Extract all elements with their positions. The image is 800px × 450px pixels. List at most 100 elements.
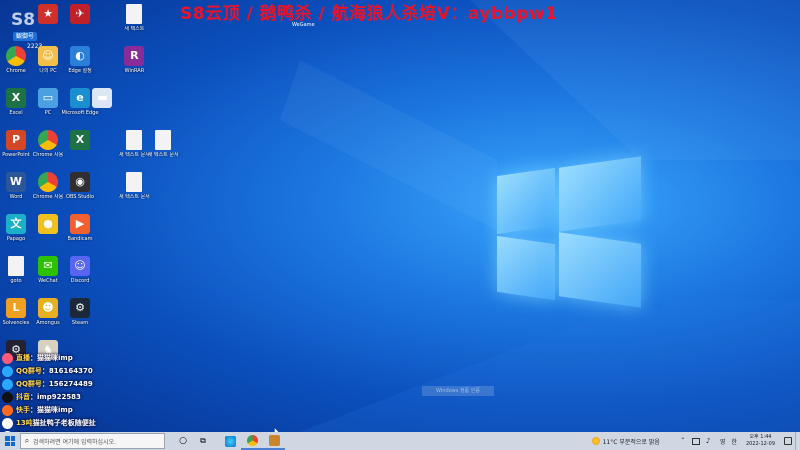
app-icon: ☺ [70, 256, 90, 276]
chrome-icon [38, 172, 58, 192]
search-placeholder: 검색하려면 여기에 입력하십시오. [33, 438, 117, 446]
app-icon: ⚙ [70, 298, 90, 318]
desktop-icon[interactable]: ◐ Edge 설정 [60, 46, 100, 88]
app-icon: ● [38, 214, 58, 234]
contact-line: QQ群号：816164370 [2, 365, 182, 378]
show-desktop-button[interactable] [795, 432, 800, 450]
windows-start-icon [5, 436, 15, 446]
contact-label: 直播 [16, 354, 30, 362]
app-icon: ★ [38, 4, 58, 24]
task-view-button[interactable]: ○ [173, 432, 193, 450]
system-tray: 11°C 부분적으로 맑음 ⌃ ♪ 영 한 오후 1:44 2022-12-09 [589, 432, 800, 450]
app-icon: ☺ [38, 46, 58, 66]
contact-line: QQ群号：156274489 [2, 378, 182, 391]
app-icon: ▶ [70, 214, 90, 234]
desktop-icon[interactable]: 새 텍스트 문서 [143, 130, 183, 172]
taskbar: ⌕ 검색하려면 여기에 입력하십시오. ○ ⧉ 11°C 부분적으로 맑음 ⌃ … [0, 432, 800, 450]
clock-time: 오후 1:44 [749, 434, 772, 440]
contact-line: 13吨猫扯鸭子老板随便扯 [2, 417, 182, 430]
text-document-icon [155, 130, 172, 150]
contact-label: 快手 [16, 406, 30, 414]
app-icon: ☻ [38, 298, 58, 318]
windows-logo [497, 156, 643, 308]
app-icon: ▭ [38, 88, 58, 108]
desktop-icon-label: 새 텍스트 문서 [147, 152, 179, 158]
desktop-icon[interactable]: ▬ [82, 88, 122, 130]
desktop-icon[interactable]: ▶ Bandicam [60, 214, 100, 256]
desktop-icon[interactable]: X [60, 130, 100, 172]
desktop-icon[interactable]: R WinRAR [114, 46, 154, 88]
desktop-icon[interactable]: 새 텍스트 [114, 4, 154, 46]
desktop-icon[interactable]: ☺ Discord [60, 256, 100, 298]
desktop-icon[interactable]: ◉ OBS Studio [60, 172, 100, 214]
task-view-icon: ○ [179, 436, 187, 446]
weather-icon [591, 437, 600, 445]
desktop[interactable]: S8 観御号 2223 Chrome X Excel P PowerPoint W Word… [0, 0, 800, 432]
desktop-icon-label: OBS Studio [66, 194, 94, 200]
contact-value: 猫扯鸭子老板随便扯 [32, 419, 96, 427]
contact-label: 抖音 [16, 393, 30, 401]
language-indicator[interactable]: 영 [720, 437, 726, 446]
contact-label: QQ群号 [16, 367, 42, 375]
desktop-icon-label: Edge 설정 [68, 68, 92, 74]
contact-value: ：156274489 [41, 380, 93, 388]
taskbar-app[interactable] [263, 432, 285, 450]
volume-icon[interactable]: ♪ [706, 437, 714, 445]
contact-label: QQ群号 [16, 380, 42, 388]
app-icon: W [6, 172, 26, 192]
app-icon: ◐ [70, 46, 90, 66]
text-document-icon [126, 172, 143, 192]
contact-platform-icon [2, 378, 13, 390]
desktop-icon-label: 새 텍스트 문서 [119, 194, 150, 200]
app-icon: ✈ [70, 4, 90, 24]
app-icon: R [124, 46, 145, 66]
desktop-icon[interactable]: ✈ [60, 4, 100, 46]
contact-platform-icon [2, 365, 13, 377]
contact-platform-icon [2, 352, 13, 364]
contact-line: 直播：猫猫咪imp [2, 352, 182, 365]
desktop-icon-label: 새 텍스트 [124, 26, 145, 32]
ime-indicator[interactable]: 한 [731, 437, 737, 446]
text-document-icon [126, 4, 143, 24]
desktop-icon-label: WinRAR [124, 68, 145, 74]
contact-platform-icon [2, 404, 13, 416]
overlay-app-label: WeGame [292, 22, 315, 28]
desktop-icon[interactable]: ⚙ Steam [60, 298, 100, 340]
chrome-icon [38, 130, 58, 150]
contact-platform-icon [2, 391, 13, 403]
edge-icon [224, 435, 236, 447]
desktop-icon[interactable]: 새 텍스트 문서 [114, 172, 154, 214]
stream-banner-text: S8云顶 / 鹅鸭杀 / 航海狼人杀培V：aybbpw1 [180, 4, 558, 24]
taskbar-clock[interactable]: 오후 1:44 2022-12-09 [746, 434, 775, 448]
desktop-icon-label: Discord [70, 278, 90, 284]
app-icon: X [6, 88, 26, 108]
start-button[interactable] [0, 432, 20, 450]
taskbar-edge[interactable] [219, 432, 241, 450]
contact-label: 13吨 [16, 419, 33, 427]
weather-text[interactable]: 11°C 부분적으로 맑음 [603, 437, 660, 446]
app-icon [268, 434, 280, 446]
app-icon: ▬ [92, 88, 113, 108]
contact-value: ：imp922583 [30, 393, 81, 401]
widgets-button[interactable]: ⧉ [193, 432, 213, 450]
activation-watermark: Windows 정품 인증 [422, 386, 494, 396]
multitask-icon: ⧉ [200, 436, 206, 445]
text-document-icon [8, 256, 24, 276]
app-icon: ◉ [70, 172, 90, 192]
contact-value: ：猫猫咪imp [30, 406, 73, 414]
stream-contacts-overlay: 直播：猫猫咪imp QQ群号：816164370 QQ群号：156274489 抖音：… [2, 352, 182, 432]
contact-platform-icon [2, 417, 13, 429]
contact-line: 快手：猫猫咪imp [2, 404, 182, 417]
network-icon[interactable] [691, 437, 700, 445]
app-icon: ✉ [38, 256, 58, 276]
search-icon: ⌕ [24, 436, 30, 445]
chevron-up-icon[interactable]: ⌃ [680, 437, 686, 445]
desktop-icon-label: Bandicam [67, 236, 93, 242]
taskbar-chrome[interactable] [241, 432, 263, 450]
taskbar-search-box[interactable]: ⌕ 검색하려면 여기에 입력하십시오. [20, 433, 165, 449]
app-icon: L [6, 298, 26, 318]
notification-icon[interactable] [784, 437, 792, 445]
app-icon: P [6, 130, 26, 150]
app-icon: X [70, 130, 90, 150]
desktop-icon-label: Steam [71, 320, 89, 326]
